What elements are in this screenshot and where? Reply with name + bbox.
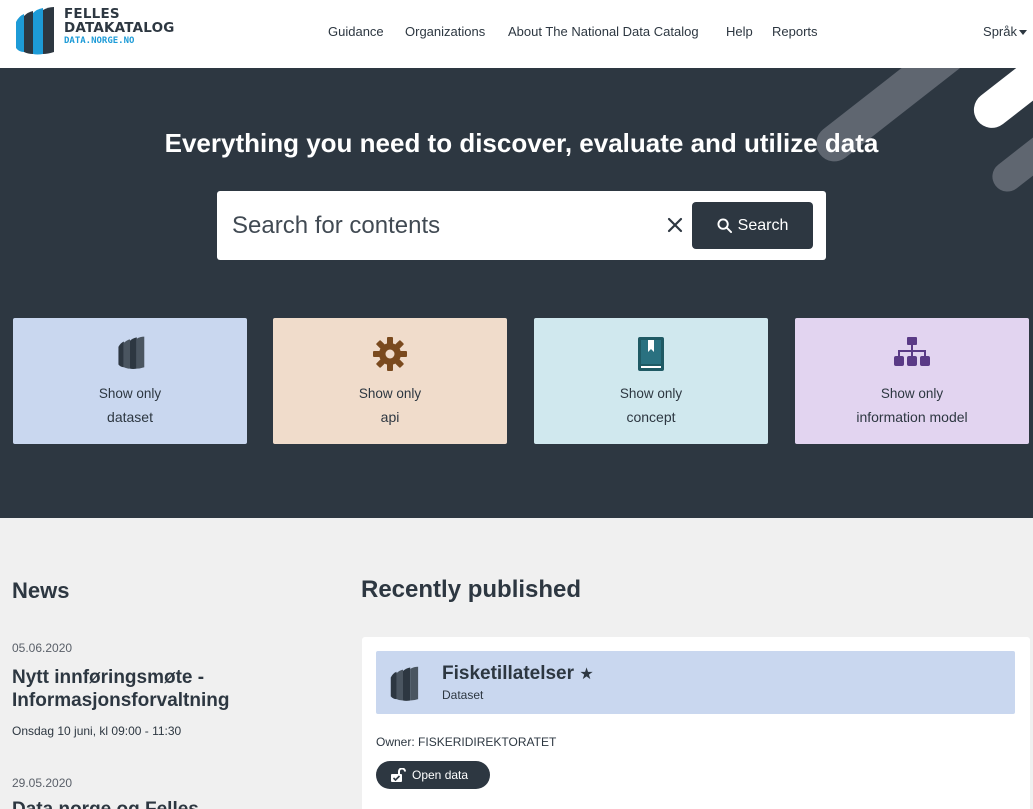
hero-section: Everything you need to discover, evaluat… <box>0 68 1033 518</box>
news-date: 29.05.2020 <box>12 776 73 790</box>
nav-about[interactable]: About The National Data Catalog <box>508 24 699 40</box>
open-data-label: Open data <box>412 768 469 782</box>
search-bar: Search <box>217 191 826 260</box>
star-icon: ★ <box>579 664 594 683</box>
logo-text-felles: FELLES <box>64 6 120 22</box>
filter-information-model-sub: Show only <box>880 386 944 401</box>
filter-concept-label: concept <box>626 409 676 425</box>
card-header: Fisketillatelser ★ Dataset <box>376 651 1015 714</box>
dataset-icon <box>118 336 145 369</box>
news-heading: News <box>12 578 70 603</box>
logo-text-datakatalog: DATAKATALOG <box>64 20 175 36</box>
hierarchy-icon <box>894 337 930 366</box>
unlock-icon <box>391 767 406 782</box>
nav-guidance[interactable]: Guidance <box>328 24 384 40</box>
filter-concept[interactable]: Show only concept <box>534 318 768 444</box>
book-icon <box>638 337 664 371</box>
top-header: FELLES DATAKATALOG DATA.NORGE.NO Guidanc… <box>0 0 1033 68</box>
card-title-text: Fisketillatelser <box>442 663 575 684</box>
close-icon[interactable] <box>663 213 687 237</box>
language-menu[interactable]: Språk <box>983 24 1027 40</box>
nav-organizations[interactable]: Organizations <box>405 24 485 40</box>
search-input[interactable] <box>217 191 657 260</box>
logo-text-url: DATA.NORGE.NO <box>64 36 135 46</box>
hero-title: Everything you need to discover, evaluat… <box>164 128 879 158</box>
nav-reports[interactable]: Reports <box>772 24 818 40</box>
filter-api[interactable]: Show only api <box>273 318 507 444</box>
recently-published-heading: Recently published <box>361 576 582 603</box>
news-date: 05.06.2020 <box>12 641 73 655</box>
search-button[interactable]: Search <box>692 202 813 249</box>
owner-label: Owner: <box>376 735 415 749</box>
filter-dataset-label: dataset <box>107 409 153 425</box>
gear-icon <box>373 337 407 371</box>
filter-information-model[interactable]: Show only information model <box>795 318 1029 444</box>
filter-concept-sub: Show only <box>619 386 683 401</box>
search-icon <box>717 218 732 233</box>
news-title[interactable]: Nytt innføringsmøte - Informasjonsforval… <box>12 666 342 712</box>
filter-dataset-sub: Show only <box>98 386 162 401</box>
logo[interactable]: FELLES DATAKATALOG DATA.NORGE.NO <box>10 6 180 62</box>
chevron-down-icon <box>1019 30 1027 36</box>
filter-information-model-label: information model <box>856 409 968 425</box>
open-data-badge: Open data <box>376 761 490 789</box>
card-title[interactable]: Fisketillatelser ★ <box>442 663 594 685</box>
dataset-icon <box>390 666 419 701</box>
card-owner: Owner: FISKERIDIREKTORATET <box>376 735 556 749</box>
news-subtitle: Onsdag 10 juni, kl 09:00 - 11:30 <box>12 724 182 738</box>
search-button-label: Search <box>737 216 789 234</box>
news-title[interactable]: Data.norge og Felles <box>12 798 342 809</box>
logo-mark-icon <box>16 7 54 55</box>
decor-stripe-white <box>966 68 1033 136</box>
card-type: Dataset <box>442 688 484 702</box>
filter-api-sub: Show only <box>358 386 422 401</box>
owner-value: FISKERIDIREKTORATET <box>418 735 557 749</box>
filter-dataset[interactable]: Show only dataset <box>13 318 247 444</box>
filter-api-label: api <box>380 409 400 425</box>
dataset-card[interactable]: Fisketillatelser ★ Dataset Owner: FISKER… <box>362 637 1030 809</box>
nav-help[interactable]: Help <box>726 24 753 40</box>
language-label: Språk <box>983 24 1017 39</box>
